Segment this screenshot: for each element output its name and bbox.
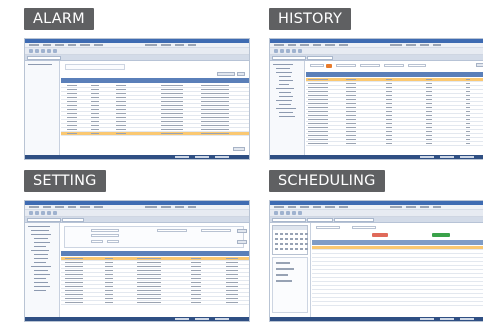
schedule-on-indicator [432, 233, 450, 237]
panel-scheduling: SCHEDULING [269, 170, 483, 322]
schedule-off-indicator [372, 233, 388, 237]
panel-history: HISTORY [269, 8, 483, 160]
grid-header [61, 251, 249, 256]
panel-title-history: HISTORY [269, 8, 352, 30]
panel-setting: SETTING [24, 170, 250, 322]
toolbar[interactable] [25, 48, 249, 55]
status-bar [270, 317, 483, 321]
calendar-panel[interactable] [270, 223, 311, 317]
panel-title-setting: SETTING [24, 170, 106, 192]
navigation-tree[interactable] [25, 61, 60, 155]
setting-field[interactable] [91, 229, 119, 232]
grid-header [306, 72, 483, 77]
filter-button[interactable] [217, 72, 235, 76]
apply-button[interactable] [237, 229, 247, 233]
status-bar [270, 155, 483, 159]
toolbar[interactable] [25, 210, 249, 217]
status-bar [25, 317, 249, 321]
scheduling-screenshot[interactable] [269, 200, 483, 322]
setting-field[interactable] [201, 229, 231, 232]
toolbar[interactable] [270, 210, 483, 217]
search-button[interactable] [476, 63, 483, 67]
highlighted-alarm-row[interactable] [61, 132, 249, 136]
schedule-view[interactable] [312, 223, 483, 317]
date-field[interactable] [310, 64, 324, 67]
alarm-screenshot[interactable] [24, 38, 250, 160]
confirm-button[interactable] [233, 147, 245, 151]
setting-field[interactable] [91, 240, 103, 243]
grid-header [61, 78, 249, 83]
setting-field[interactable] [157, 229, 187, 232]
navigation-tree[interactable] [270, 61, 305, 155]
panel-alarm: ALARM [24, 8, 250, 160]
calendar-icon[interactable] [326, 64, 332, 68]
schedule-list[interactable] [272, 257, 308, 313]
navigation-tree[interactable] [25, 223, 60, 317]
alarm-grid[interactable] [61, 61, 249, 155]
save-button[interactable] [237, 240, 247, 244]
status-bar [25, 155, 249, 159]
history-grid[interactable] [306, 61, 483, 155]
setting-form[interactable] [61, 223, 249, 317]
panel-title-alarm: ALARM [24, 8, 94, 30]
schedule-field[interactable] [352, 226, 376, 229]
setting-field[interactable] [91, 234, 119, 237]
panel-title-scheduling: SCHEDULING [269, 170, 385, 192]
history-screenshot[interactable] [269, 38, 483, 160]
schedule-field[interactable] [316, 226, 340, 229]
month-calendar[interactable] [272, 225, 308, 255]
setting-screenshot[interactable] [24, 200, 250, 322]
search-button[interactable] [237, 72, 245, 76]
toolbar[interactable] [270, 48, 483, 55]
setting-field[interactable] [107, 240, 119, 243]
schedule-header [312, 240, 483, 245]
